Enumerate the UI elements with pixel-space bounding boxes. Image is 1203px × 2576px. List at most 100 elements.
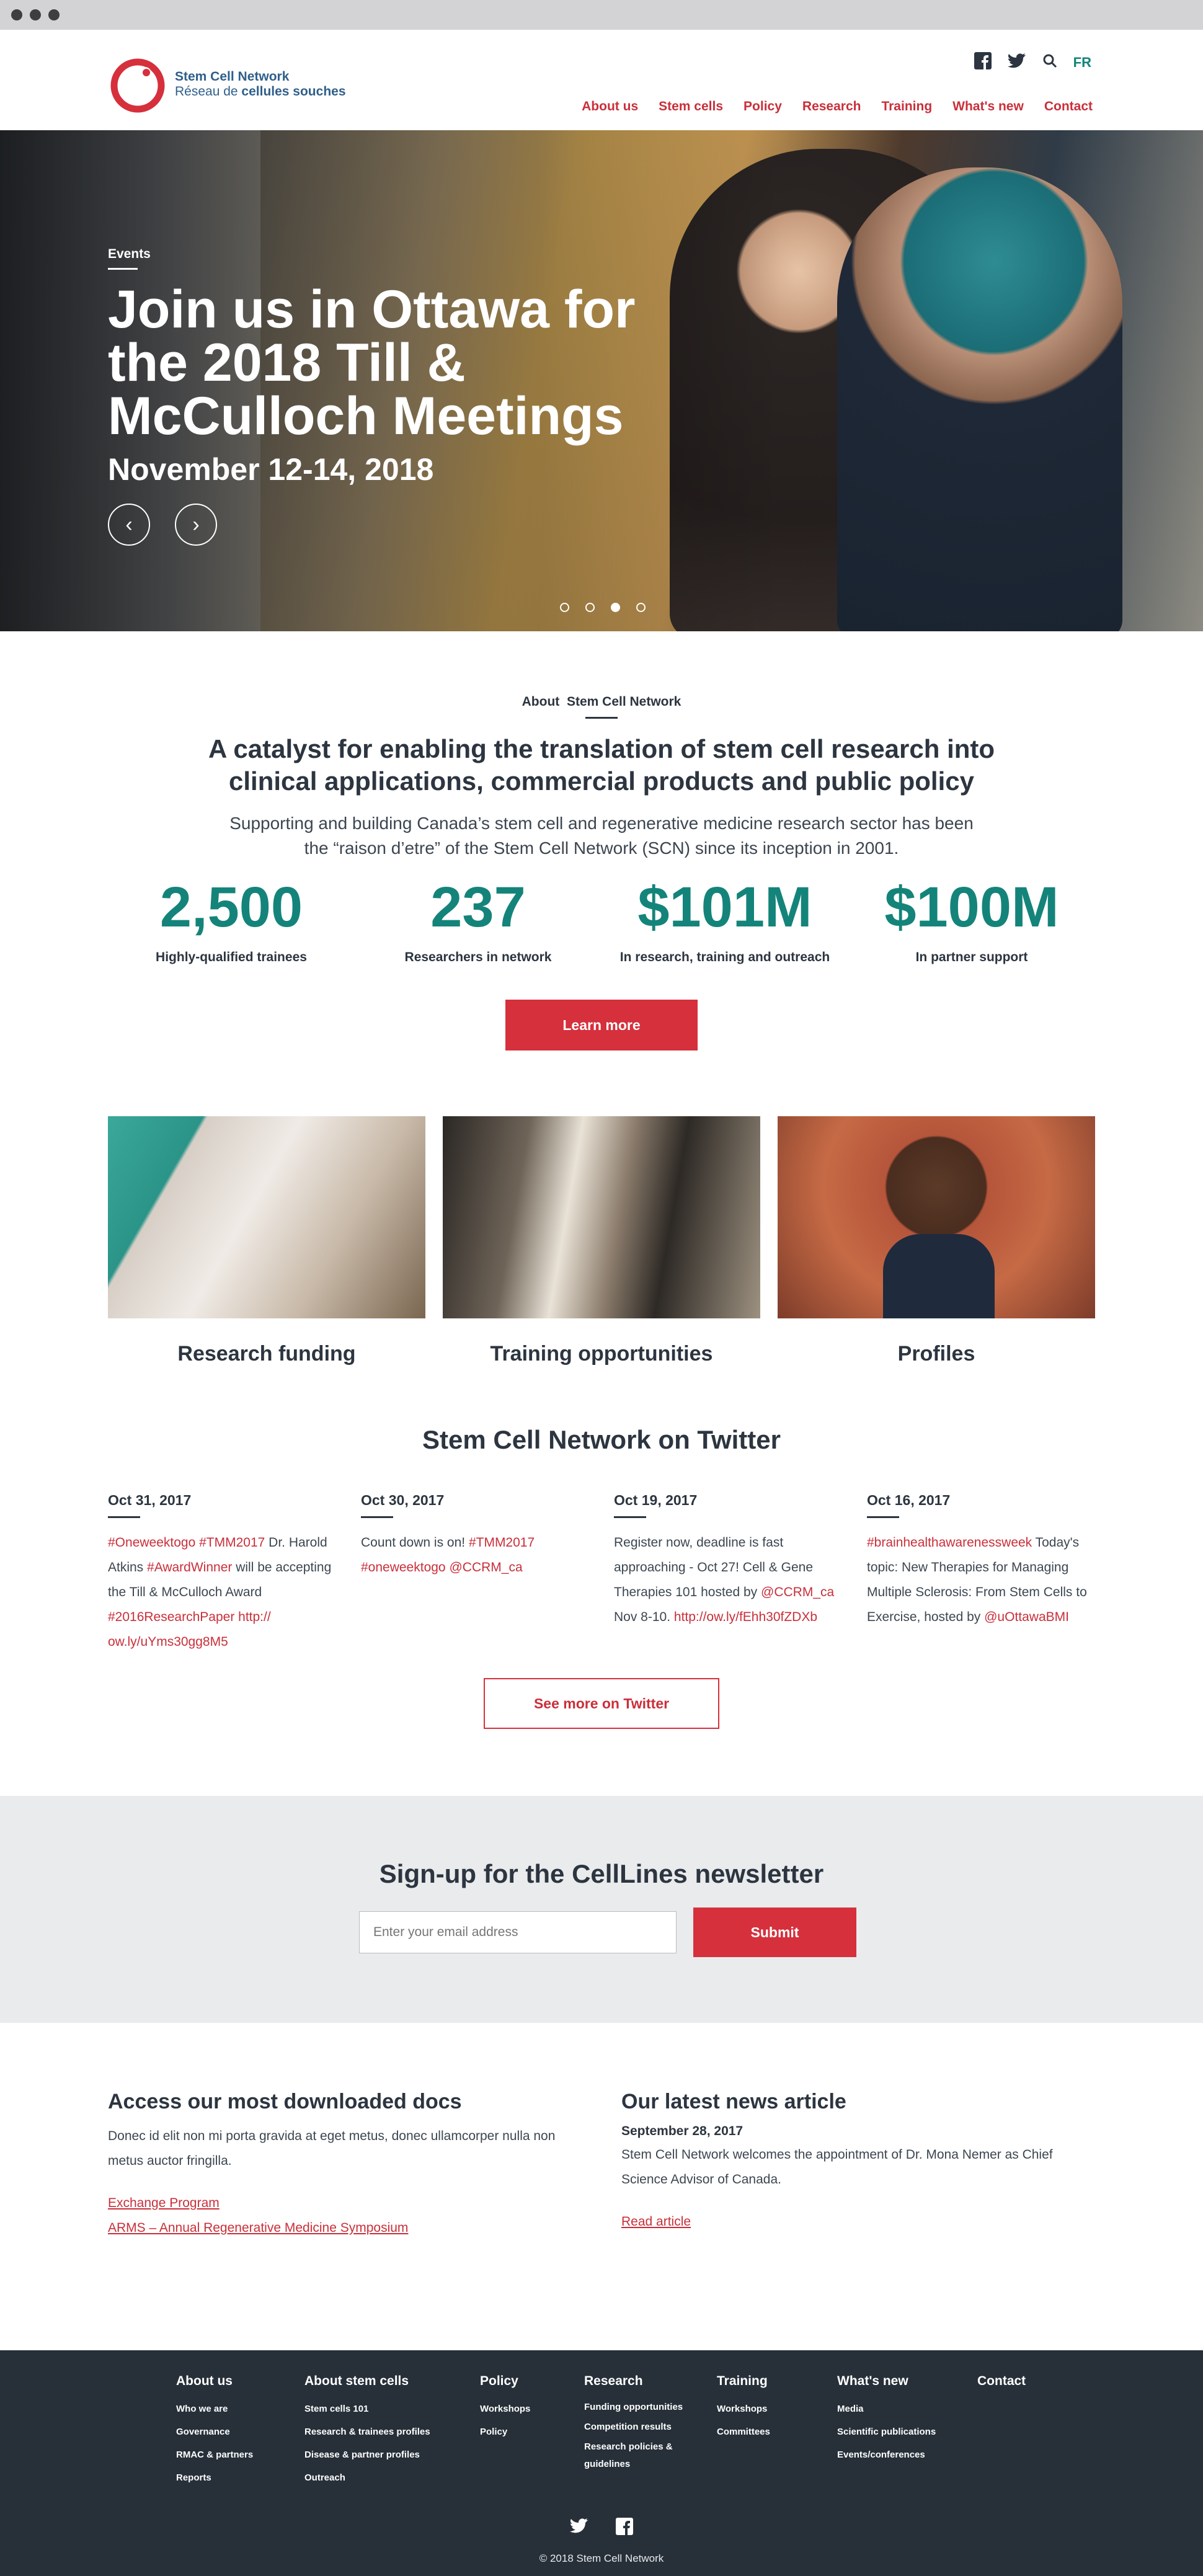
stat-label: In research, training and outreach [619,950,830,964]
footer-column-title[interactable]: Training [717,2374,837,2389]
docs-body: Donec id elit non mi porta gravida at eg… [108,2129,556,2168]
window-close-dot[interactable] [11,9,22,20]
footer-link[interactable]: Competition results [584,2418,690,2436]
article-heading: Our latest news article [621,2090,846,2113]
tweet-link[interactable]: #oneweektogo [361,1560,446,1574]
learn-more-button[interactable]: Learn more [505,1000,698,1050]
tweet-date-underline [614,1516,646,1518]
footer-column-title[interactable]: What's new [837,2374,977,2389]
facebook-icon[interactable] [616,2518,633,2538]
footer-link[interactable]: Research policies & guidelines [584,2438,690,2473]
footer-column: Policy Workshops Policy [480,2374,584,2490]
footer-link[interactable]: Workshops [717,2399,837,2419]
about-eyebrow: About Stem Cell Network [0,695,1203,709]
browser-chrome [0,0,1203,30]
read-article-link[interactable]: Read article [621,2210,1095,2234]
card-training-opportunities[interactable]: Training opportunities [443,1116,760,1366]
nav-about-us[interactable]: About us [582,99,638,114]
footer-link[interactable]: Funding opportunities [584,2399,690,2416]
footer-link[interactable]: Media [837,2399,977,2419]
footer-column: What's new Media Scientific publications Ev… [837,2374,977,2490]
footer-link[interactable]: Reports [176,2467,304,2488]
hero-tag[interactable]: Events [108,247,151,262]
footer-link[interactable]: Events/conferences [837,2445,977,2465]
footer-link[interactable]: Outreach [304,2467,480,2488]
carousel-dots [560,603,646,612]
stat-label: In partner support [915,950,1028,964]
carousel-dot-3-active[interactable] [611,603,620,612]
footer-column-title[interactable]: About us [176,2374,304,2389]
stat-partner-support: $100M In partner support [848,873,1095,965]
tweet-link[interactable]: #AwardWinner [147,1560,232,1574]
utility-bar: FR [974,52,1091,73]
site-logo[interactable]: Stem Cell Network Réseau de cellules sou… [108,55,346,114]
tweet-link[interactable]: #brainhealthawarenessweek [867,1535,1032,1550]
newsletter-submit-button[interactable]: Submit [693,1908,856,1957]
window-maximize-dot[interactable] [48,9,60,20]
site-footer: About us Who we are Governance RMAC & partn… [0,2350,1203,2576]
footer-column-title[interactable]: Research [584,2374,717,2389]
footer-link[interactable]: Committees [717,2422,837,2442]
search-icon[interactable] [1042,53,1057,71]
footer-link[interactable]: Workshops [480,2399,584,2419]
footer-column-title[interactable]: Contact [977,2374,1052,2389]
tweet: Oct 16, 2017 #brainhealthawarenessweek To… [867,1492,1095,1654]
footer-column-title[interactable]: About stem cells [304,2374,480,2389]
tweet-link[interactable]: @CCRM_ca [449,1560,522,1574]
tweet-link[interactable]: #TMM2017 [469,1535,535,1550]
nav-contact[interactable]: Contact [1044,99,1093,114]
newsletter-email-input[interactable] [359,1911,677,1953]
footer-link[interactable]: Stem cells 101 [304,2399,480,2419]
docs-and-news: Access our most downloaded docs Donec id… [108,2090,1095,2241]
tweet-link[interactable]: #2016ResearchPaper [108,1610,234,1624]
hero-carousel: Events Join us in Ottawa for the 2018 Ti… [0,130,1203,631]
window-minimize-dot[interactable] [30,9,41,20]
chevron-left-icon: ‹ [125,512,133,536]
tweet-link[interactable]: http://ow.ly/fEhh30fZDXb [674,1610,817,1624]
tweet-link[interactable]: @CCRM_ca [761,1585,834,1599]
twitter-icon[interactable] [1007,53,1026,72]
hero-title[interactable]: Join us in Ottawa for the 2018 Till & Mc… [108,283,716,443]
footer-link[interactable]: Disease & partner profiles [304,2445,480,2465]
footer-link[interactable]: Research & trainees profiles [304,2422,480,2442]
language-toggle-fr[interactable]: FR [1073,55,1091,71]
carousel-dot-4[interactable] [636,603,646,612]
footer-column: About us Who we are Governance RMAC & partn… [176,2374,304,2490]
tweet-link[interactable]: @uOttawaBMI [984,1610,1069,1624]
tweet-link[interactable]: #TMM2017 [199,1535,265,1550]
carousel-prev-button[interactable]: ‹ [108,504,150,546]
doc-link-arms[interactable]: ARMS – Annual Regenerative Medicine Symp… [108,2216,582,2241]
see-more-twitter-button[interactable]: See more on Twitter [484,1678,719,1729]
stat-value: 237 [430,876,526,939]
card-profiles[interactable]: Profiles [778,1116,1095,1366]
footer-link[interactable]: Scientific publications [837,2422,977,2442]
carousel-dot-2[interactable] [585,603,595,612]
tweet-link[interactable]: #Oneweektogo [108,1535,195,1550]
nav-research[interactable]: Research [802,99,861,114]
stat-value: 2,500 [159,876,303,939]
twitter-icon[interactable] [570,2518,588,2538]
main-nav: About us Stem cells Policy Research Trai… [582,99,1093,114]
nav-training[interactable]: Training [881,99,932,114]
nav-whats-new[interactable]: What's new [952,99,1024,114]
nav-policy[interactable]: Policy [744,99,782,114]
stats-row: 2,500 Highly-qualified trainees 237 Resear… [108,873,1095,965]
tweet-text: #Oneweektogo #TMM2017 Dr. Harold Atkins … [108,1530,336,1654]
doc-link-exchange-program[interactable]: Exchange Program [108,2191,582,2216]
logo-ring-icon [110,58,165,113]
nav-stem-cells[interactable]: Stem cells [659,99,723,114]
tweet-date: Oct 30, 2017 [361,1492,445,1508]
footer-link[interactable]: Governance [176,2422,304,2442]
stat-label: Highly-qualified trainees [156,950,307,964]
logo-name-fr-prefix: Réseau de [175,84,242,99]
footer-link[interactable]: RMAC & partners [176,2445,304,2465]
article-date: September 28, 2017 [621,2124,744,2138]
carousel-dot-1[interactable] [560,603,569,612]
footer-column-title[interactable]: Policy [480,2374,584,2389]
footer-link[interactable]: Who we are [176,2399,304,2419]
carousel-next-button[interactable]: › [175,504,217,546]
footer-link[interactable]: Policy [480,2422,584,2442]
about-eyebrow-brand: Stem Cell Network [566,695,681,709]
facebook-icon[interactable] [974,52,992,73]
card-research-funding[interactable]: Research funding [108,1116,425,1366]
